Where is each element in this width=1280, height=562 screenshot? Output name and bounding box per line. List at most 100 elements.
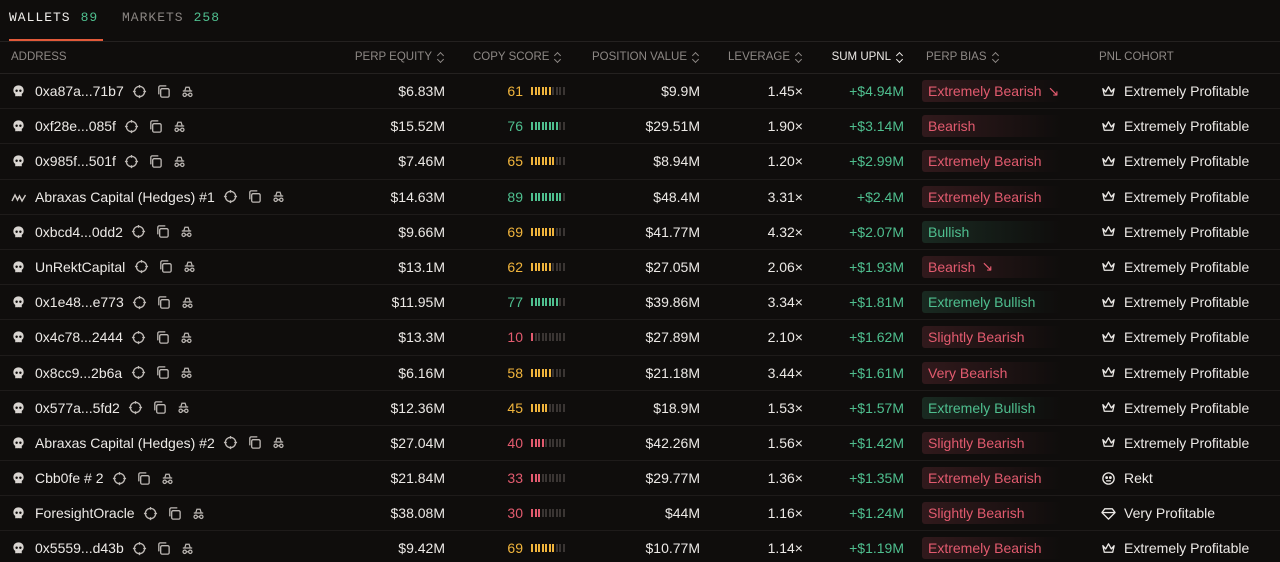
column-header-copy-score-label: COPY SCORE bbox=[473, 51, 550, 63]
crosshair-icon[interactable] bbox=[124, 153, 140, 169]
table-row[interactable]: Cbb0fe # 2 $21.84M 33 $29.77M 1.36× +$1.… bbox=[0, 461, 1280, 497]
incognito-icon[interactable] bbox=[191, 505, 207, 521]
sum-upnl: +$1.61M bbox=[849, 364, 904, 381]
table-row[interactable]: ForesightOracle $38.08M 30 $44M 1.16× +$… bbox=[0, 496, 1280, 532]
copy-icon[interactable] bbox=[156, 83, 172, 99]
column-header-perp-bias[interactable]: PERP BIAS bbox=[926, 51, 1000, 63]
copy-icon[interactable] bbox=[136, 470, 152, 486]
column-header-position-value-label: POSITION VALUE bbox=[591, 51, 687, 63]
incognito-icon[interactable] bbox=[271, 189, 287, 205]
incognito-icon[interactable] bbox=[176, 400, 192, 416]
pnl-cohort-label: Extremely Profitable bbox=[1124, 153, 1250, 170]
copy-icon[interactable] bbox=[152, 400, 168, 416]
perp-equity: $13.3M bbox=[398, 329, 445, 346]
score-bar-segment bbox=[548, 157, 551, 166]
crosshair-icon[interactable] bbox=[143, 505, 159, 521]
crosshair-icon[interactable] bbox=[124, 118, 140, 134]
wallet-address-cell: 0x5559...d43b bbox=[35, 540, 196, 556]
copy-icon[interactable] bbox=[148, 153, 164, 169]
wallet-address[interactable]: 0xa87a...71b7 bbox=[35, 83, 124, 99]
copy-icon[interactable] bbox=[155, 224, 171, 240]
incognito-icon[interactable] bbox=[180, 540, 196, 556]
wallet-address[interactable]: 0x4c78...2444 bbox=[35, 329, 123, 345]
copy-icon[interactable] bbox=[247, 189, 263, 205]
copy-icon[interactable] bbox=[157, 259, 173, 275]
column-header-perp-equity[interactable]: PERP EQUITY bbox=[355, 51, 445, 63]
copy-icon[interactable] bbox=[156, 294, 172, 310]
incognito-icon[interactable] bbox=[179, 329, 195, 345]
tab-wallets[interactable]: WALLETS 89 bbox=[9, 10, 103, 42]
wallet-address[interactable]: 0x1e48...e773 bbox=[35, 294, 124, 310]
wallet-address[interactable]: 0x5559...d43b bbox=[35, 540, 124, 556]
table-row[interactable]: Abraxas Capital (Hedges) #2 $27.04M 40 $… bbox=[0, 426, 1280, 462]
incognito-icon[interactable] bbox=[180, 294, 196, 310]
position-value: $29.77M bbox=[645, 470, 700, 487]
perp-bias-badge: Extremely Bullish bbox=[922, 291, 1062, 314]
wallet-address[interactable]: 0x985f...501f bbox=[35, 153, 116, 169]
wallet-address[interactable]: Cbb0fe # 2 bbox=[35, 470, 104, 486]
perp-bias-label: Bearish bbox=[928, 118, 976, 135]
crosshair-icon[interactable] bbox=[131, 329, 147, 345]
table-row[interactable]: 0x1e48...e773 $11.95M 77 $39.86M 3.34× +… bbox=[0, 285, 1280, 321]
table-row[interactable]: 0x4c78...2444 $13.3M 10 $27.89M 2.10× +$… bbox=[0, 320, 1280, 356]
wallet-address[interactable]: UnRektCapital bbox=[35, 259, 125, 275]
wallet-address[interactable]: 0x577a...5fd2 bbox=[35, 400, 120, 416]
copy-icon[interactable] bbox=[154, 365, 170, 381]
column-header-position-value[interactable]: POSITION VALUE bbox=[592, 51, 700, 63]
crosshair-icon[interactable] bbox=[131, 224, 147, 240]
incognito-icon[interactable] bbox=[172, 153, 188, 169]
tab-markets[interactable]: MARKETS 258 bbox=[122, 10, 222, 42]
incognito-icon[interactable] bbox=[179, 224, 195, 240]
incognito-icon[interactable] bbox=[180, 83, 196, 99]
crosshair-icon[interactable] bbox=[132, 540, 148, 556]
wallet-address[interactable]: Abraxas Capital (Hedges) #2 bbox=[35, 435, 215, 451]
tab-markets-count: 258 bbox=[193, 10, 221, 25]
table-row[interactable]: 0xbcd4...0dd2 $9.66M 69 $41.77M 4.32× +$… bbox=[0, 215, 1280, 250]
incognito-icon[interactable] bbox=[271, 435, 287, 451]
score-bar-segment bbox=[548, 122, 551, 131]
table-row[interactable]: Abraxas Capital (Hedges) #1 $14.63M 89 $… bbox=[0, 180, 1280, 215]
column-header-sum-upnl[interactable]: SUM UPNL bbox=[832, 51, 904, 63]
column-header-copy-score[interactable]: COPY SCORE bbox=[473, 51, 562, 63]
table-row[interactable]: 0x985f...501f $7.46M 65 $8.94M 1.20× +$2… bbox=[0, 144, 1280, 180]
incognito-icon[interactable] bbox=[160, 470, 176, 486]
incognito-icon[interactable] bbox=[181, 259, 197, 275]
crosshair-icon[interactable] bbox=[130, 365, 146, 381]
score-bar-segment bbox=[531, 157, 533, 166]
perp-equity: $21.84M bbox=[390, 470, 445, 487]
copy-icon[interactable] bbox=[167, 505, 183, 521]
table-row[interactable]: 0xa87a...71b7 $6.83M 61 $9.9M 1.45× +$4.… bbox=[0, 74, 1280, 110]
table-row[interactable]: UnRektCapital $13.1M 62 $27.05M 2.06× +$… bbox=[0, 250, 1280, 286]
wallet-address-cell: Cbb0fe # 2 bbox=[35, 470, 176, 486]
crosshair-icon[interactable] bbox=[223, 189, 239, 205]
crosshair-icon[interactable] bbox=[223, 435, 239, 451]
wallet-address[interactable]: 0xf28e...085f bbox=[35, 118, 116, 134]
table-row[interactable]: 0x8cc9...2b6a $6.16M 58 $21.18M 3.44× +$… bbox=[0, 356, 1280, 391]
crosshair-icon[interactable] bbox=[128, 400, 144, 416]
copy-icon[interactable] bbox=[148, 118, 164, 134]
crosshair-icon[interactable] bbox=[112, 470, 128, 486]
wallet-address[interactable]: 0x8cc9...2b6a bbox=[35, 365, 122, 381]
crosshair-icon[interactable] bbox=[133, 259, 149, 275]
crosshair-icon[interactable] bbox=[132, 294, 148, 310]
table-row[interactable]: 0x577a...5fd2 $12.36M 45 $18.9M 1.53× +$… bbox=[0, 391, 1280, 426]
skull-icon bbox=[11, 260, 27, 276]
perp-equity: $38.08M bbox=[390, 505, 445, 522]
copy-icon[interactable] bbox=[155, 329, 171, 345]
score-bar-segment bbox=[531, 262, 533, 271]
table-row[interactable]: 0xf28e...085f $15.52M 76 $29.51M 1.90× +… bbox=[0, 109, 1280, 145]
incognito-icon[interactable] bbox=[178, 365, 194, 381]
score-bar-segment bbox=[559, 87, 561, 95]
crosshair-icon[interactable] bbox=[132, 83, 148, 99]
column-header-leverage[interactable]: LEVERAGE bbox=[728, 51, 803, 63]
position-value: $48.4M bbox=[653, 188, 700, 205]
wallet-address[interactable]: 0xbcd4...0dd2 bbox=[35, 224, 123, 240]
table-row[interactable]: 0x5559...d43b $9.42M 69 $10.77M 1.14× +$… bbox=[0, 531, 1280, 562]
wallet-address[interactable]: ForesightOracle bbox=[35, 505, 135, 521]
wallet-address[interactable]: Abraxas Capital (Hedges) #1 bbox=[35, 189, 215, 205]
copy-icon[interactable] bbox=[156, 540, 172, 556]
copy-icon[interactable] bbox=[247, 435, 263, 451]
incognito-icon[interactable] bbox=[172, 118, 188, 134]
score-bar-segment bbox=[552, 157, 554, 166]
sum-upnl: +$2.4M bbox=[856, 188, 904, 205]
